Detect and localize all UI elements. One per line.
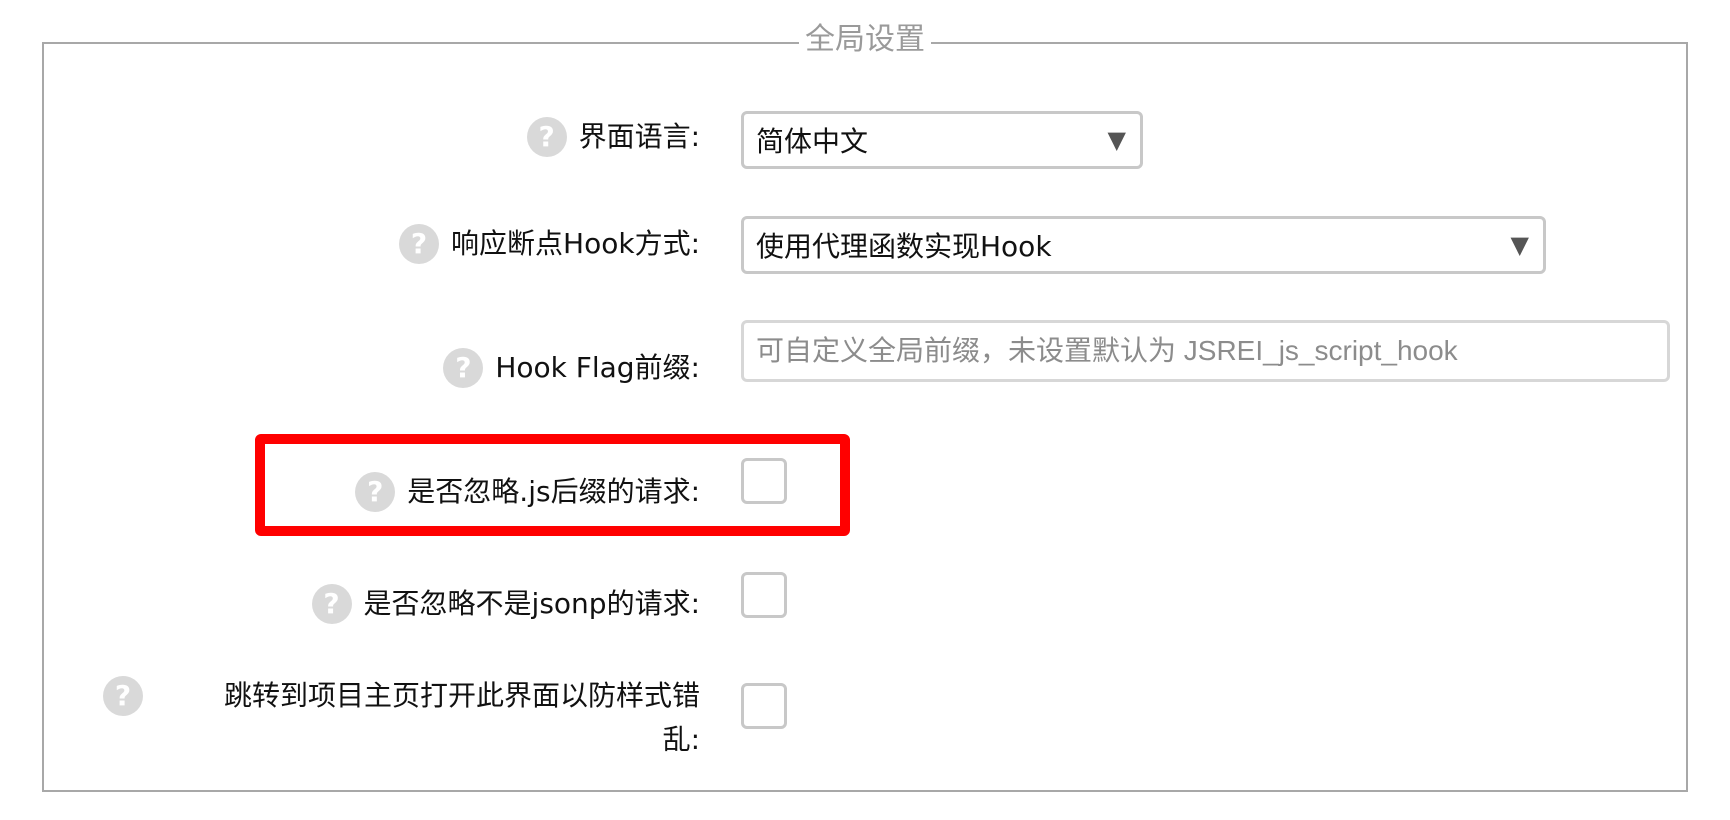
jump-project-label-row: ? 跳转到项目主页打开此界面以防样式错 乱: <box>103 674 700 762</box>
hook-flag-label-row: ? Hook Flag前缀: <box>443 348 700 388</box>
jump-project-label: 跳转到项目主页打开此界面以防样式错 乱: <box>155 674 700 762</box>
help-icon[interactable]: ? <box>103 676 143 716</box>
language-label-row: ? 界面语言: <box>526 117 700 157</box>
help-icon[interactable]: ? <box>311 584 352 624</box>
help-icon[interactable]: ? <box>526 117 567 157</box>
ignore-js-label: 是否忽略.js后缀的请求: <box>407 475 700 508</box>
hook-method-label: 响应断点Hook方式: <box>451 227 700 260</box>
language-label: 界面语言: <box>578 120 700 153</box>
jump-project-label-line1: 跳转到项目主页打开此界面以防样式错 <box>223 679 700 712</box>
jump-project-checkbox[interactable] <box>741 683 787 729</box>
section-title: 全局设置 <box>799 22 931 58</box>
hook-flag-label: Hook Flag前缀: <box>495 351 700 384</box>
ignore-js-label-row: ? 是否忽略.js后缀的请求: <box>355 472 700 512</box>
ignore-non-jsonp-label-row: ? 是否忽略不是jsonp的请求: <box>311 584 700 624</box>
hook-method-select[interactable]: 使用代理函数实现Hook ▼ <box>741 216 1546 274</box>
ignore-non-jsonp-label: 是否忽略不是jsonp的请求: <box>363 587 700 620</box>
ignore-non-jsonp-checkbox[interactable] <box>741 572 787 618</box>
language-select[interactable]: 简体中文 ▼ <box>741 111 1143 169</box>
ignore-js-checkbox[interactable] <box>741 458 787 504</box>
jump-project-label-line2: 乱: <box>662 723 700 756</box>
help-icon[interactable]: ? <box>399 224 440 264</box>
hook-flag-input[interactable] <box>741 320 1670 382</box>
language-select-value: 简体中文 <box>756 125 869 158</box>
help-icon[interactable]: ? <box>355 472 396 512</box>
chevron-down-icon: ▼ <box>1510 231 1529 259</box>
chevron-down-icon: ▼ <box>1107 126 1126 154</box>
help-icon[interactable]: ? <box>443 348 484 388</box>
hook-method-select-value: 使用代理函数实现Hook <box>756 230 1052 263</box>
hook-method-label-row: ? 响应断点Hook方式: <box>399 224 700 264</box>
